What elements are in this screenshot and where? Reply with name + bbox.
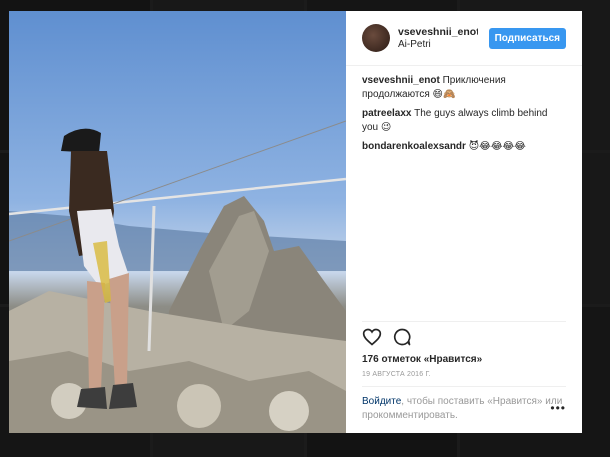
- comments-list: vseveshnii_enot Приключения продолжаются…: [346, 66, 582, 321]
- post-photo[interactable]: [9, 11, 346, 433]
- comment-author[interactable]: patreelaxx: [362, 108, 411, 119]
- comment-item: vseveshnii_enot Приключения продолжаются…: [362, 74, 566, 102]
- username-link[interactable]: vseveshnii_enot: [398, 26, 478, 38]
- likes-count[interactable]: 176 отметок «Нравится»: [346, 350, 582, 365]
- comment-text: 😈😂😂😂😂: [468, 141, 526, 152]
- heart-icon[interactable]: [362, 327, 382, 352]
- comment-author[interactable]: bondarenkoalexsandr: [362, 141, 466, 152]
- post-modal: vseveshnii_enot Ai-Petri Подписаться vse…: [9, 11, 582, 433]
- comment-author[interactable]: vseveshnii_enot: [362, 75, 440, 86]
- avatar[interactable]: [362, 24, 390, 52]
- more-icon[interactable]: •••: [550, 401, 566, 415]
- post-header: vseveshnii_enot Ai-Petri Подписаться: [346, 11, 582, 66]
- comment-item: patreelaxx The guys always climb behind …: [362, 107, 566, 135]
- add-comment-area: Войдите, чтобы поставить «Нравится» или …: [362, 386, 566, 433]
- post-sidebar: vseveshnii_enot Ai-Petri Подписаться vse…: [346, 11, 582, 433]
- login-link[interactable]: Войдите: [362, 396, 401, 407]
- action-bar: [362, 321, 566, 350]
- comment-item: bondarenkoalexsandr 😈😂😂😂😂: [362, 140, 566, 154]
- user-block: vseveshnii_enot Ai-Petri: [398, 26, 478, 50]
- location-link[interactable]: Ai-Petri: [398, 39, 478, 50]
- comment-icon[interactable]: [392, 327, 412, 352]
- follow-button[interactable]: Подписаться: [488, 27, 566, 49]
- post-date[interactable]: 19 АВГУСТА 2016 Г.: [346, 365, 582, 378]
- photo-illustration: [9, 120, 346, 433]
